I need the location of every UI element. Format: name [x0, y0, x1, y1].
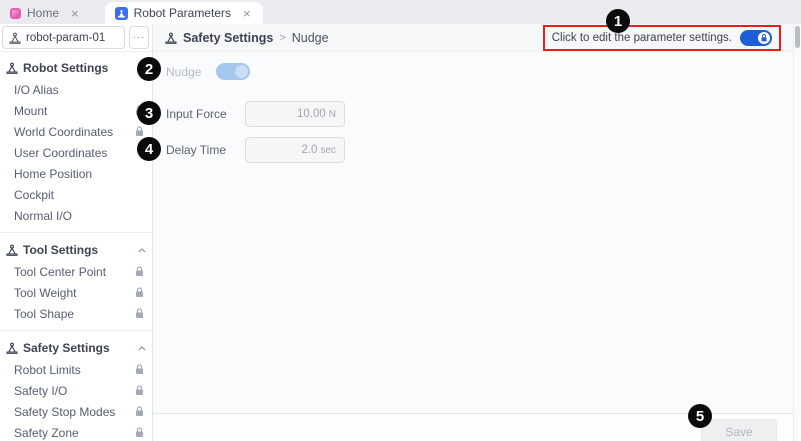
chevron-up-icon	[138, 346, 146, 351]
robot-icon	[9, 32, 21, 44]
section-label: Tool Settings	[23, 243, 98, 257]
delay-time-label: Delay Time	[166, 143, 245, 157]
robot-parameters-window: Home × Robot Parameters × robot-param-01…	[0, 0, 801, 441]
robot-app-icon	[115, 7, 128, 20]
breadcrumb-bar: Safety Settings > Nudge Click to edit th…	[153, 24, 793, 52]
sidebar-item-normal-io[interactable]: Normal I/O	[0, 205, 152, 226]
section-label: Safety Settings	[23, 341, 110, 355]
sidebar-section-tool-settings[interactable]: Tool Settings	[0, 239, 152, 261]
home-app-icon	[10, 8, 21, 19]
annotation-badge-5: 5	[688, 404, 712, 428]
scrollbar-thumb[interactable]	[795, 26, 800, 48]
nudge-toggle[interactable]	[216, 63, 250, 80]
tab-robot-parameters-label: Robot Parameters	[134, 6, 231, 20]
device-selector[interactable]: robot-param-01	[2, 26, 125, 49]
tab-bar: Home × Robot Parameters ×	[0, 0, 801, 24]
save-button[interactable]: Save	[701, 419, 777, 441]
sidebar-item-mount[interactable]: Mount	[0, 100, 152, 121]
section-divider	[0, 330, 152, 331]
breadcrumb-current-page: Nudge	[292, 31, 329, 45]
lock-icon	[135, 126, 144, 137]
sidebar-item-tool-weight[interactable]: Tool Weight	[0, 282, 152, 303]
lock-icon	[135, 287, 144, 298]
tab-robot-parameters-close-icon[interactable]: ×	[241, 7, 253, 20]
breadcrumb-section[interactable]: Safety Settings	[183, 31, 273, 45]
sidebar-item-tool-shape[interactable]: Tool Shape	[0, 303, 152, 324]
delay-time-field[interactable]: 2.0 sec	[245, 137, 345, 163]
toggle-knob	[235, 65, 248, 78]
lock-icon	[135, 406, 144, 417]
sidebar-item-io-alias[interactable]: I/O Alias	[0, 79, 152, 100]
lock-icon	[135, 308, 144, 319]
annotation-badge-3: 3	[137, 101, 161, 125]
chevron-up-icon	[138, 248, 146, 253]
robot-icon	[6, 244, 18, 256]
sidebar-item-cockpit[interactable]: Cockpit	[0, 184, 152, 205]
sidebar-section-safety-settings[interactable]: Safety Settings	[0, 337, 152, 359]
input-force-field[interactable]: 10.00 N	[245, 101, 345, 127]
section-label: Robot Settings	[23, 61, 108, 75]
sidebar-item-home-position[interactable]: Home Position	[0, 163, 152, 184]
sidebar-item-safety-zone[interactable]: Safety Zone	[0, 422, 152, 441]
sidebar-section-robot-settings[interactable]: Robot Settings	[0, 57, 152, 79]
tab-home[interactable]: Home ×	[0, 2, 91, 24]
edit-mode-banner-highlight: Click to edit the parameter settings.	[543, 25, 781, 51]
device-menu-button[interactable]: ···	[129, 26, 149, 49]
sidebar: robot-param-01 ··· Robot Settings I/O Al…	[0, 24, 153, 441]
toggle-knob-lock-icon	[758, 32, 770, 44]
nudge-settings-form: Nudge Input Force 10.00 N Delay Time 2.0…	[153, 52, 793, 413]
nudge-toggle-label: Nudge	[166, 65, 216, 79]
input-force-label: Input Force	[166, 107, 245, 121]
edit-mode-label: Click to edit the parameter settings.	[552, 32, 732, 44]
lock-icon	[135, 364, 144, 375]
robot-icon	[6, 62, 18, 74]
edit-mode-toggle[interactable]	[740, 30, 772, 46]
vertical-scrollbar[interactable]	[793, 24, 801, 441]
lock-icon	[135, 427, 144, 438]
robot-icon	[165, 32, 177, 44]
sidebar-item-user-coordinates[interactable]: User Coordinates	[0, 142, 152, 163]
breadcrumb-separator: >	[279, 32, 285, 44]
lock-icon	[135, 266, 144, 277]
tab-home-close-icon[interactable]: ×	[69, 7, 81, 20]
robot-icon	[6, 342, 18, 354]
device-name: robot-param-01	[26, 32, 105, 44]
sidebar-nav: Robot Settings I/O Alias Mount World Coo…	[0, 52, 152, 441]
section-divider	[0, 232, 152, 233]
breadcrumb: Safety Settings > Nudge	[165, 31, 329, 45]
input-force-value: 10.00	[297, 108, 326, 120]
delay-time-unit: sec	[320, 145, 336, 156]
sidebar-item-safety-stop-modes[interactable]: Safety Stop Modes	[0, 401, 152, 422]
main-panel: Safety Settings > Nudge Click to edit th…	[153, 24, 793, 441]
sidebar-item-world-coordinates[interactable]: World Coordinates	[0, 121, 152, 142]
annotation-badge-1: 1	[606, 9, 630, 33]
input-force-unit: N	[329, 109, 336, 120]
annotation-badge-2: 2	[137, 57, 161, 81]
tab-robot-parameters[interactable]: Robot Parameters ×	[105, 2, 263, 24]
tab-home-label: Home	[27, 6, 59, 20]
sidebar-item-safety-io[interactable]: Safety I/O	[0, 380, 152, 401]
delay-time-value: 2.0	[301, 144, 317, 156]
lock-icon	[135, 385, 144, 396]
sidebar-item-tool-center-point[interactable]: Tool Center Point	[0, 261, 152, 282]
annotation-badge-4: 4	[137, 137, 161, 161]
sidebar-item-robot-limits[interactable]: Robot Limits	[0, 359, 152, 380]
